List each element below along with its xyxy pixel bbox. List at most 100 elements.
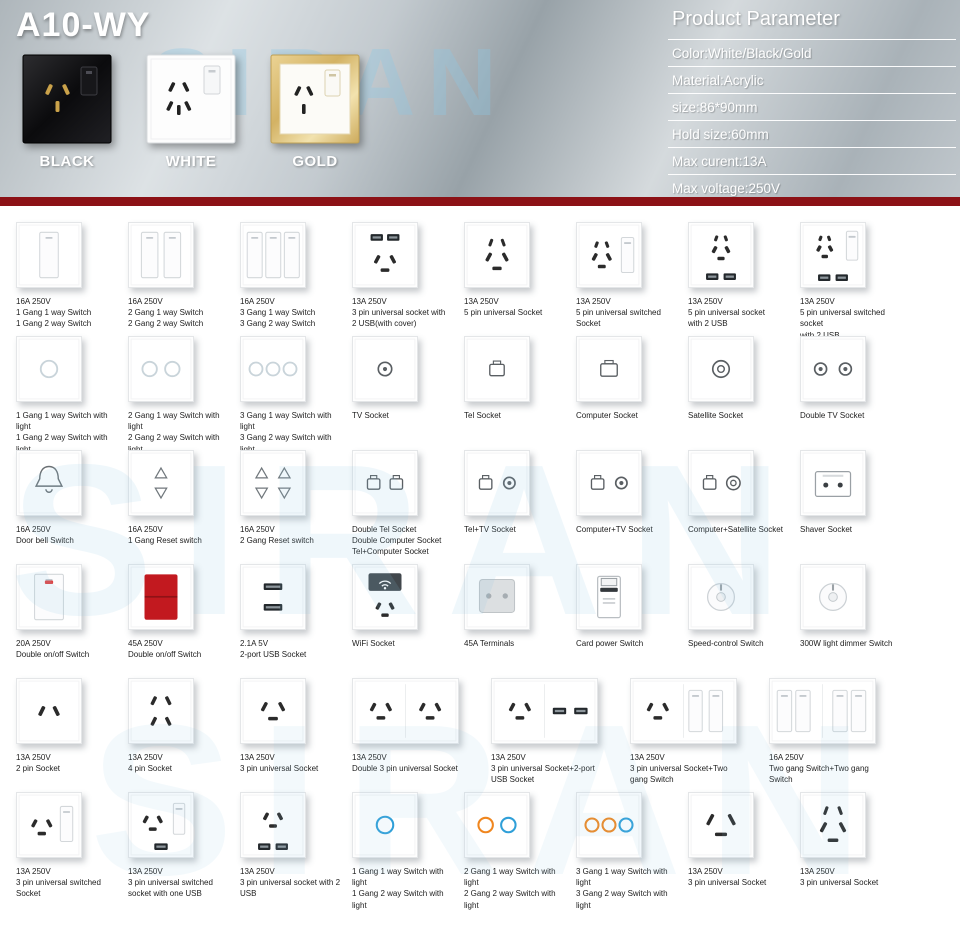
product-caption: Speed-control Switch bbox=[688, 638, 796, 649]
tv-image bbox=[352, 336, 418, 402]
product-grid: 16A 250V 1 Gang 1 way Switch 1 Gang 2 way … bbox=[16, 222, 960, 910]
product-caption: 13A 250V 5 pin universal socket with 2 USB bbox=[688, 296, 796, 330]
product-caption: 45A Terminals bbox=[464, 638, 572, 649]
caption-line: 5 pin universal switched Socket bbox=[576, 308, 661, 329]
product-caption: 13A 250V 5 pin universal switched Socket bbox=[576, 296, 684, 330]
touch-2-lit-image bbox=[464, 792, 530, 858]
double-tv-image bbox=[800, 336, 866, 402]
caption-line: USB Socket bbox=[491, 775, 535, 785]
product-caption: 2.1A 5V 2-port USB Socket bbox=[240, 638, 348, 660]
product-item: 2 Gang 1 way Switch with light 2 Gang 2 w… bbox=[128, 336, 240, 455]
touch-1-lit-image bbox=[352, 792, 418, 858]
caption-line: 16A 250V bbox=[16, 297, 51, 306]
product-caption: 13A 250V 3 pin universal Socket bbox=[800, 866, 908, 888]
caption-line: 16A 250V bbox=[16, 525, 51, 534]
caption-line: 45A 250V bbox=[128, 639, 163, 648]
3pin-switch2-wide-image bbox=[630, 678, 737, 744]
product-caption: 2 Gang 1 way Switch with light 2 Gang 2 w… bbox=[464, 866, 572, 911]
caption-line: Two gang Switch+Two gang Switch bbox=[769, 764, 869, 785]
caption-line: Card power Switch bbox=[576, 639, 644, 648]
product-item: 13A 250V 3 pin universal Socket+Two gang S… bbox=[630, 678, 769, 786]
parameter-panel: Product Parameter Color:White/Black/Gold… bbox=[668, 6, 956, 197]
product-item: 2.1A 5V 2-port USB Socket bbox=[240, 564, 352, 660]
product-caption: TV Socket bbox=[352, 410, 460, 421]
caption-line: 2 Gang 2 way Switch bbox=[128, 319, 204, 329]
caption-line: 16A 250V bbox=[128, 525, 163, 534]
caption-line: 13A 250V bbox=[352, 297, 387, 306]
product-item: Card power Switch bbox=[576, 564, 688, 649]
caption-line: 3 pin universal Socket+Two bbox=[630, 764, 728, 774]
caption-line: 13A 250V bbox=[688, 297, 723, 306]
parameter-row: Max curent:13A bbox=[668, 148, 956, 175]
variant-white-label: WHITE bbox=[165, 153, 217, 170]
caption-line: Double Computer Socket bbox=[352, 536, 442, 546]
grid-row: 13A 250V 2 pin Socket 13A 250V 4 pin Socket… bbox=[16, 678, 960, 792]
product-caption: Double TV Socket bbox=[800, 410, 908, 421]
product-item: 1 Gang 1 way Switch with light 1 Gang 2 w… bbox=[16, 336, 128, 455]
product-item: TV Socket bbox=[352, 336, 464, 421]
product-item: 13A 250V 4 pin Socket bbox=[128, 678, 240, 774]
variant-gold: GOLD bbox=[270, 54, 360, 170]
product-item: 13A 250V 5 pin universal Socket bbox=[464, 222, 576, 318]
caption-line: Tel+Computer Socket bbox=[352, 547, 429, 557]
product-item: Shaver Socket bbox=[800, 450, 912, 535]
variant-black: BLACK bbox=[22, 54, 112, 170]
product-caption: WiFi Socket bbox=[352, 638, 460, 649]
caption-line: 13A 250V bbox=[491, 753, 526, 762]
caption-line: Speed-control Switch bbox=[688, 639, 764, 648]
product-item: 16A 250V 1 Gang 1 way Switch 1 Gang 2 way … bbox=[16, 222, 128, 330]
product-caption: 13A 250V 3 pin universal Socket+Two gang S… bbox=[630, 752, 738, 786]
product-item: Computer Socket bbox=[576, 336, 688, 421]
product-caption: Tel+TV Socket bbox=[464, 524, 572, 535]
caption-line: 2.1A 5V bbox=[240, 639, 269, 648]
caption-line: socket with one USB bbox=[128, 889, 202, 899]
touch-3-image bbox=[240, 336, 306, 402]
product-item: Computer+TV Socket bbox=[576, 450, 688, 535]
product-caption: 1 Gang 1 way Switch with light 1 Gang 2 w… bbox=[352, 866, 460, 911]
product-caption: 13A 250V 3 pin universal Socket bbox=[688, 866, 796, 888]
caption-line: 5 pin universal socket bbox=[688, 308, 765, 318]
caption-line: 16A 250V bbox=[128, 297, 163, 306]
touch-2-image bbox=[128, 336, 194, 402]
caption-line: 13A 250V bbox=[128, 867, 163, 876]
socket-5pin-switched-2usb-image bbox=[800, 222, 866, 288]
socket-3pin-image bbox=[240, 678, 306, 744]
product-item: 45A Terminals bbox=[464, 564, 576, 649]
caption-line: 3 pin universal socket with 2 USB bbox=[240, 878, 341, 899]
caption-line: 13A 250V bbox=[128, 753, 163, 762]
shaver-image bbox=[800, 450, 866, 516]
jack-tv-image bbox=[464, 450, 530, 516]
product-item: 13A 250V5 pin universal switched socketw… bbox=[800, 222, 912, 341]
caption-line: 3 pin universal Socket bbox=[688, 878, 767, 888]
product-caption: 13A 250V 3 pin universal switched socket w… bbox=[128, 866, 236, 900]
product-item: Satellite Socket bbox=[688, 336, 800, 421]
caption-line: 3 Gang 2 way Switch bbox=[240, 319, 316, 329]
caption-line: 2 USB(with cover) bbox=[352, 319, 417, 329]
caption-line: Double TV Socket bbox=[800, 411, 865, 420]
product-caption: Computer Socket bbox=[576, 410, 684, 421]
product-item: 13A 250V 5 pin universal socket with 2 USB bbox=[688, 222, 800, 330]
switch-45a-image bbox=[128, 564, 194, 630]
product-item: Computer+Satellite Socket bbox=[688, 450, 800, 535]
product-caption: 20A 250V Double on/off Switch bbox=[16, 638, 124, 660]
product-caption: 13A 250V 4 pin Socket bbox=[128, 752, 236, 774]
terminals-image bbox=[464, 564, 530, 630]
product-caption: Computer+Satellite Socket bbox=[688, 524, 796, 535]
caption-line: 1 Gang 1 way Switch with light bbox=[16, 411, 108, 432]
product-item: 13A 250V 3 pin universal socket with 2 US… bbox=[240, 792, 352, 900]
caption-line: 13A 250V bbox=[576, 297, 611, 306]
caption-line: 13A 250V bbox=[688, 867, 723, 876]
caption-line: 2-port USB Socket bbox=[240, 650, 307, 660]
caption-line: Satellite Socket bbox=[688, 411, 744, 420]
caption-line: Double on/off Switch bbox=[128, 650, 202, 660]
parameter-title: Product Parameter bbox=[668, 6, 956, 40]
caption-line: 5 pin universal switched socket bbox=[800, 308, 885, 329]
caption-line: 2 pin Socket bbox=[16, 764, 61, 774]
socket-2pin-image bbox=[16, 678, 82, 744]
catalog-page: SIRAN A10-WY bbox=[0, 0, 960, 928]
product-item: 3 Gang 1 way Switch with light 3 Gang 2 w… bbox=[576, 792, 688, 911]
caption-line: 3 Gang 1 way Switch with light bbox=[240, 411, 332, 432]
product-item: 13A 250V Double 3 pin universal Socket bbox=[352, 678, 491, 774]
caption-line: TV Socket bbox=[352, 411, 389, 420]
product-caption: 13A 250V5 pin universal switched socketw… bbox=[800, 296, 908, 341]
